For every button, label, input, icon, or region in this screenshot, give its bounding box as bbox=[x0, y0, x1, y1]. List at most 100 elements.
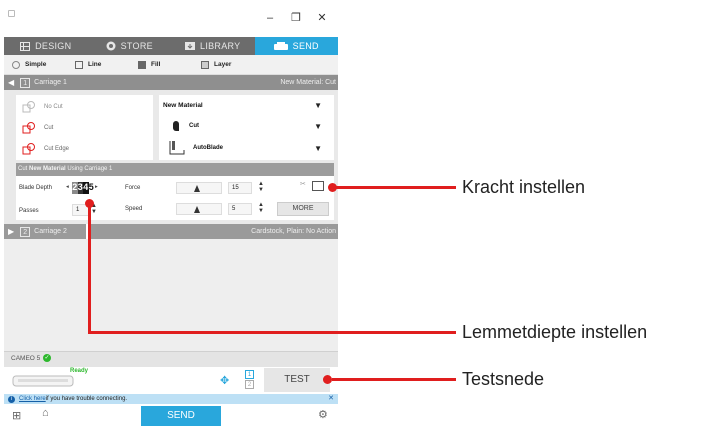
silhouette-studio-window: – ❐ ✕ DESIGN STORE LIBRARY SEND Simple L… bbox=[4, 4, 338, 426]
grid-icon bbox=[20, 41, 31, 51]
cut-option-label: No Cut bbox=[44, 104, 63, 110]
depth-callout-line-horizontal bbox=[88, 331, 456, 334]
tool-value: AutoBlade bbox=[193, 145, 223, 151]
main-nav: DESIGN STORE LIBRARY SEND bbox=[4, 37, 338, 55]
carriage-material: Cardstock, Plain: No Action bbox=[251, 228, 336, 235]
force-callout-text: Kracht instellen bbox=[462, 177, 586, 197]
force-slider[interactable] bbox=[176, 182, 222, 194]
header-text: Using Carriage 1 bbox=[65, 166, 113, 172]
dropdown-panel: New Material ▼ Cut ▼ AutoBlade ▼ bbox=[159, 95, 334, 160]
chevron-down-icon: ▼ bbox=[314, 143, 322, 153]
device-section bbox=[4, 351, 338, 367]
move-arrows-icon[interactable]: ✥ bbox=[220, 374, 229, 387]
tab-send[interactable]: SEND bbox=[254, 37, 338, 55]
no-cut-icon bbox=[22, 101, 35, 113]
force-stepper-icon[interactable]: ▲ ▼ bbox=[258, 181, 264, 193]
notice-text: if you have trouble connecting. bbox=[45, 396, 128, 402]
mode-layer[interactable]: Layer bbox=[201, 60, 256, 69]
swatch-box bbox=[312, 181, 324, 191]
carriage-2-header[interactable]: ▶ 2 Carriage 2 Cardstock, Plain: No Acti… bbox=[4, 224, 338, 239]
notice-link[interactable]: Click here bbox=[19, 394, 46, 404]
test-callout-line bbox=[332, 378, 456, 381]
action-dropdown[interactable]: Cut ▼ bbox=[163, 119, 330, 133]
mode-simple[interactable]: Simple bbox=[12, 60, 67, 69]
empty-area bbox=[4, 239, 338, 351]
carriage-material: New Material: Cut bbox=[280, 79, 336, 86]
graduation-cap-icon[interactable]: ⌂ bbox=[42, 407, 49, 419]
carriage-label: Carriage 2 bbox=[34, 228, 67, 235]
blade-icon bbox=[173, 121, 179, 131]
tab-label: LIBRARY bbox=[200, 41, 241, 51]
device-name: CAMEO 5 bbox=[11, 355, 41, 362]
blade-depth-label: Blade Depth bbox=[19, 185, 53, 191]
line-icon bbox=[75, 60, 83, 69]
gear-icon[interactable]: ⚙ bbox=[318, 408, 328, 421]
force-callout-line bbox=[335, 186, 456, 189]
tool-icon bbox=[169, 141, 185, 155]
carriage-number: 1 bbox=[20, 77, 31, 88]
blade-depth-selector[interactable]: 2 3 4 5 bbox=[72, 182, 94, 194]
cut-style-list: No Cut Cut Cut Edge bbox=[16, 95, 153, 160]
depth-callout-text: Lemmetdiepte instellen bbox=[462, 322, 648, 342]
speed-stepper-icon[interactable]: ▲ ▼ bbox=[258, 202, 264, 214]
cut-edge-icon bbox=[22, 143, 35, 155]
mode-label: Line bbox=[88, 61, 102, 68]
more-button[interactable]: MORE bbox=[277, 202, 329, 216]
close-button[interactable]: ✕ bbox=[312, 8, 332, 28]
increase-arrow-icon[interactable]: ▸ bbox=[95, 184, 98, 190]
cut-option-cut[interactable]: Cut bbox=[22, 121, 53, 135]
cutter-machine-icon[interactable] bbox=[12, 372, 74, 390]
speed-label: Speed bbox=[125, 206, 143, 212]
carriage-toggle-2[interactable]: 2 bbox=[245, 380, 254, 389]
info-icon: i bbox=[8, 395, 15, 403]
mode-label: Fill bbox=[151, 61, 161, 68]
mode-line[interactable]: Line bbox=[75, 60, 130, 69]
cut-icon bbox=[22, 122, 35, 134]
decrease-arrow-icon[interactable]: ◂ bbox=[66, 184, 69, 190]
library-icon bbox=[185, 42, 196, 50]
close-icon[interactable]: ✕ bbox=[328, 394, 334, 404]
test-button[interactable]: TEST bbox=[264, 368, 330, 392]
slider-thumb-icon bbox=[194, 206, 200, 213]
mode-fill[interactable]: Fill bbox=[138, 60, 193, 69]
tab-label: SEND bbox=[292, 41, 319, 51]
minimize-button[interactable]: – bbox=[260, 8, 280, 28]
send-mode-bar: Simple Line Fill Layer bbox=[4, 55, 338, 75]
cutter-icon bbox=[273, 41, 288, 50]
test-callout-dot bbox=[323, 375, 332, 384]
carriage-number: 2 bbox=[20, 226, 31, 237]
cut-settings-header: Cut New Material Using Carriage 1 bbox=[16, 163, 334, 176]
fill-icon bbox=[138, 60, 146, 69]
tab-label: DESIGN bbox=[35, 41, 72, 51]
cut-option-cut-edge[interactable]: Cut Edge bbox=[22, 142, 69, 156]
material-value: New Material bbox=[163, 101, 203, 109]
header-text: Cut bbox=[18, 166, 30, 172]
carriage-toggle-1[interactable]: 1 bbox=[245, 370, 254, 379]
tool-dropdown[interactable]: AutoBlade ▼ bbox=[163, 140, 330, 156]
material-dropdown[interactable]: New Material ▼ bbox=[163, 98, 330, 112]
force-input[interactable]: 15 bbox=[228, 182, 252, 194]
scissors-icon: ✂ bbox=[300, 181, 306, 188]
calendar-icon[interactable]: ⊞ bbox=[12, 409, 21, 422]
depth-digit: 5 bbox=[88, 182, 94, 194]
app-icon bbox=[8, 10, 15, 17]
store-icon bbox=[106, 41, 116, 51]
tab-store[interactable]: STORE bbox=[88, 37, 172, 55]
slider-thumb-icon bbox=[194, 185, 200, 192]
cut-option-no-cut[interactable]: No Cut bbox=[22, 100, 63, 114]
carriage-label: Carriage 1 bbox=[34, 79, 67, 86]
connection-notice: i Click here if you have trouble connect… bbox=[4, 394, 338, 404]
cut-option-label: Cut Edge bbox=[44, 146, 70, 152]
tab-design[interactable]: DESIGN bbox=[4, 37, 88, 55]
tab-library[interactable]: LIBRARY bbox=[171, 37, 255, 55]
mode-label: Simple bbox=[25, 61, 47, 68]
send-button[interactable]: SEND bbox=[141, 406, 221, 426]
speed-slider[interactable] bbox=[176, 203, 222, 215]
tab-label: STORE bbox=[120, 41, 153, 51]
carriage-1-header[interactable]: ◀ 1 Carriage 1 New Material: Cut bbox=[4, 75, 338, 90]
device-status: Ready bbox=[70, 368, 89, 374]
force-callout-dot bbox=[328, 183, 337, 192]
mode-label: Layer bbox=[214, 61, 232, 68]
restore-button[interactable]: ❐ bbox=[286, 8, 306, 28]
speed-input[interactable]: 5 bbox=[228, 203, 252, 215]
